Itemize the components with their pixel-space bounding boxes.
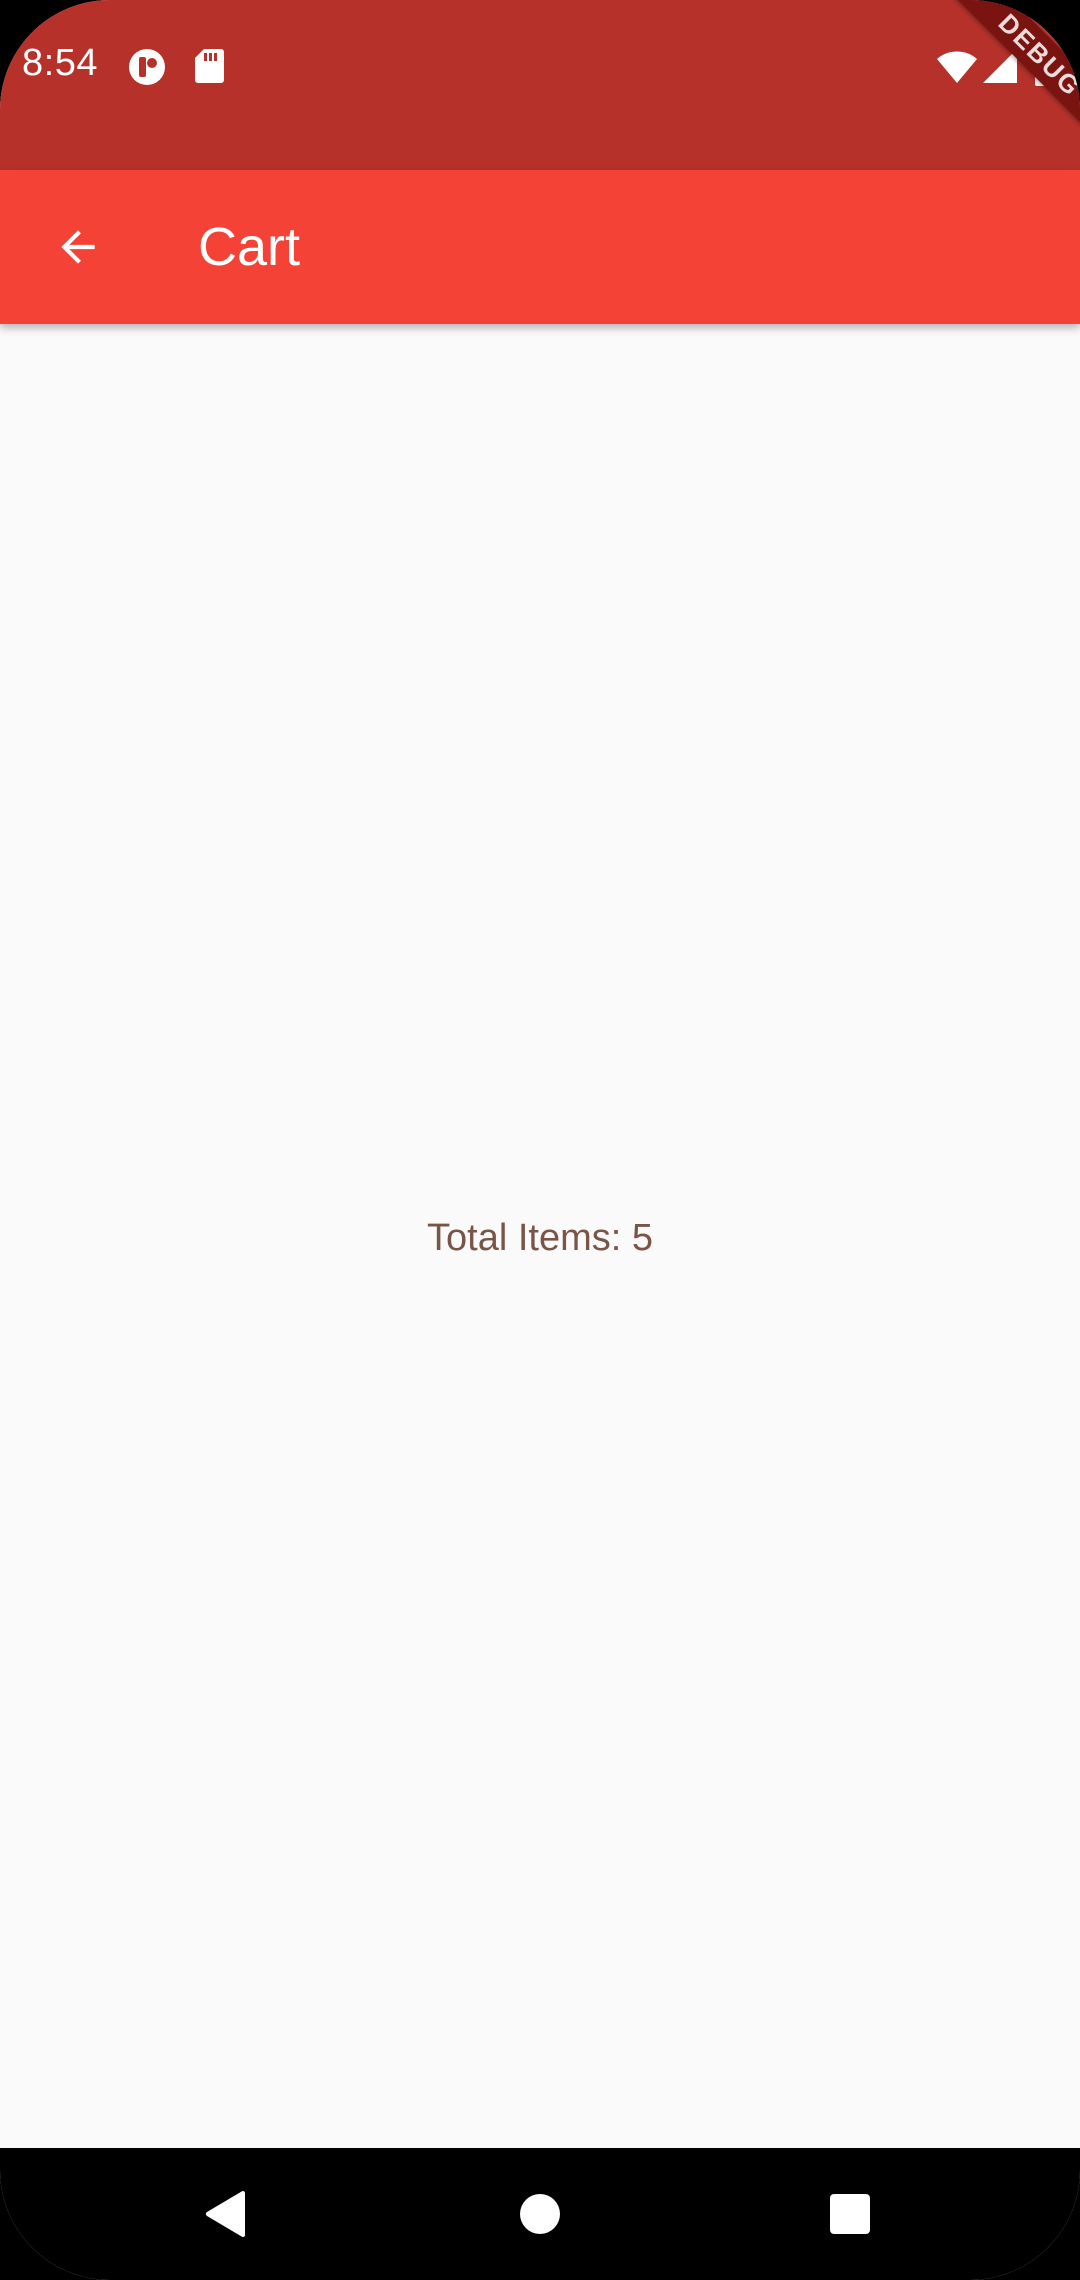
status-time: 8:54: [22, 42, 98, 84]
battery-icon: [1035, 42, 1057, 86]
cart-content: Total Items: 5: [0, 324, 1080, 2148]
back-button[interactable]: [34, 203, 122, 291]
app-bar: Cart: [0, 170, 1080, 324]
back-triangle-icon: [205, 2191, 245, 2237]
home-circle-icon: [520, 2194, 560, 2234]
recents-square-icon: [830, 2194, 870, 2234]
device-screen: 8:54 DEBUG Cart Total Items: 5: [0, 0, 1080, 2280]
cell-signal-icon: [983, 49, 1017, 83]
status-bar: 8:54: [0, 0, 1080, 170]
page-title: Cart: [198, 217, 301, 277]
total-items-text: Total Items: 5: [427, 1217, 653, 1259]
nav-recents-button[interactable]: [784, 2148, 916, 2280]
system-nav-bar: [0, 2148, 1080, 2280]
sd-card-icon: [195, 49, 224, 83]
nav-home-button[interactable]: [474, 2148, 606, 2280]
wifi-icon: [937, 51, 977, 83]
app-notification-icon: [129, 49, 165, 85]
arrow-back-icon: [61, 230, 95, 264]
nav-back-button[interactable]: [160, 2148, 292, 2280]
